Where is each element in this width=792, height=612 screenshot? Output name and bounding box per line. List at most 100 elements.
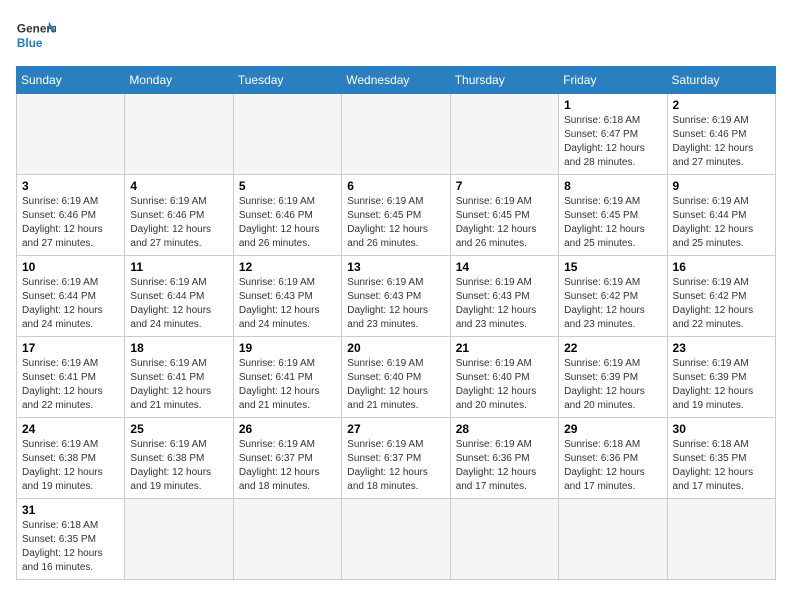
- day-number: 5: [239, 179, 336, 193]
- day-number: 1: [564, 98, 661, 112]
- calendar-cell: 25Sunrise: 6:19 AM Sunset: 6:38 PM Dayli…: [125, 418, 233, 499]
- day-number: 19: [239, 341, 336, 355]
- calendar-cell: 12 Sunrise: 6:19 AM Sunset: 6:43 PM Dayli…: [233, 256, 341, 337]
- day-info: Sunrise: 6:18 AM Sunset: 6:35 PM Dayligh…: [673, 438, 770, 494]
- calendar-cell: 4 Sunrise: 6:19 AM Sunset: 6:46 PM Daylig…: [125, 175, 233, 256]
- day-info: Sunrise: 6:19 AM Sunset: 6:40 PM Dayligh…: [347, 357, 444, 413]
- day-info: Sunrise: 6:19 AM Sunset: 6:37 PM Dayligh…: [239, 438, 336, 494]
- calendar-cell: 8 Sunrise: 6:19 AM Sunset: 6:45 PM Daylig…: [559, 175, 667, 256]
- day-info: Sunrise: 6:19 AM Sunset: 6:46 PM Dayligh…: [239, 195, 336, 251]
- day-info: Sunrise: 6:19 AM Sunset: 6:43 PM Dayligh…: [456, 276, 553, 332]
- calendar-cell: 29 Sunrise: 6:18 AM Sunset: 6:36 PM Dayli…: [559, 418, 667, 499]
- day-number: 8: [564, 179, 661, 193]
- calendar-cell: [125, 499, 233, 580]
- calendar-cell: 21Sunrise: 6:19 AM Sunset: 6:40 PM Dayli…: [450, 337, 558, 418]
- day-number: 11: [130, 260, 227, 274]
- day-info: Sunrise: 6:19 AM Sunset: 6:44 PM Dayligh…: [22, 276, 119, 332]
- day-number: 3: [22, 179, 119, 193]
- day-info: Sunrise: 6:19 AM Sunset: 6:46 PM Dayligh…: [673, 114, 770, 170]
- calendar-cell: 26 Sunrise: 6:19 AM Sunset: 6:37 PM Dayli…: [233, 418, 341, 499]
- calendar-cell: 17Sunrise: 6:19 AM Sunset: 6:41 PM Dayli…: [17, 337, 125, 418]
- day-number: 16: [673, 260, 770, 274]
- calendar-cell: [450, 94, 558, 175]
- col-header-saturday: Saturday: [667, 67, 775, 94]
- day-info: Sunrise: 6:19 AM Sunset: 6:45 PM Dayligh…: [347, 195, 444, 251]
- day-number: 15: [564, 260, 661, 274]
- day-info: Sunrise: 6:19 AM Sunset: 6:45 PM Dayligh…: [456, 195, 553, 251]
- calendar-cell: [233, 499, 341, 580]
- day-number: 2: [673, 98, 770, 112]
- calendar-cell: [125, 94, 233, 175]
- day-number: 22: [564, 341, 661, 355]
- day-info: Sunrise: 6:18 AM Sunset: 6:47 PM Dayligh…: [564, 114, 661, 170]
- calendar-cell: 13Sunrise: 6:19 AM Sunset: 6:43 PM Dayli…: [342, 256, 450, 337]
- calendar-cell: 20 Sunrise: 6:19 AM Sunset: 6:40 PM Dayli…: [342, 337, 450, 418]
- calendar-week-row: 24 Sunrise: 6:19 AM Sunset: 6:38 PM Dayli…: [17, 418, 776, 499]
- day-info: Sunrise: 6:19 AM Sunset: 6:38 PM Dayligh…: [130, 438, 227, 494]
- calendar-cell: 28Sunrise: 6:19 AM Sunset: 6:36 PM Dayli…: [450, 418, 558, 499]
- col-header-wednesday: Wednesday: [342, 67, 450, 94]
- col-header-monday: Monday: [125, 67, 233, 94]
- day-info: Sunrise: 6:19 AM Sunset: 6:46 PM Dayligh…: [22, 195, 119, 251]
- calendar-week-row: 3 Sunrise: 6:19 AM Sunset: 6:46 PM Daylig…: [17, 175, 776, 256]
- logo-svg: General Blue: [16, 16, 56, 56]
- day-info: Sunrise: 6:18 AM Sunset: 6:35 PM Dayligh…: [22, 519, 119, 575]
- calendar-cell: 18 Sunrise: 6:19 AM Sunset: 6:41 PM Dayli…: [125, 337, 233, 418]
- calendar-week-row: 1 Sunrise: 6:18 AM Sunset: 6:47 PM Daylig…: [17, 94, 776, 175]
- calendar-cell: [559, 499, 667, 580]
- calendar-cell: 30 Sunrise: 6:18 AM Sunset: 6:35 PM Dayli…: [667, 418, 775, 499]
- day-number: 10: [22, 260, 119, 274]
- day-number: 7: [456, 179, 553, 193]
- calendar-table: SundayMondayTuesdayWednesdayThursdayFrid…: [16, 66, 776, 580]
- day-number: 27: [347, 422, 444, 436]
- calendar-header-row: SundayMondayTuesdayWednesdayThursdayFrid…: [17, 67, 776, 94]
- calendar-cell: 11Sunrise: 6:19 AM Sunset: 6:44 PM Dayli…: [125, 256, 233, 337]
- day-number: 17: [22, 341, 119, 355]
- day-number: 24: [22, 422, 119, 436]
- calendar-cell: [667, 499, 775, 580]
- day-number: 29: [564, 422, 661, 436]
- day-info: Sunrise: 6:19 AM Sunset: 6:41 PM Dayligh…: [239, 357, 336, 413]
- calendar-cell: [342, 94, 450, 175]
- col-header-sunday: Sunday: [17, 67, 125, 94]
- day-info: Sunrise: 6:19 AM Sunset: 6:43 PM Dayligh…: [239, 276, 336, 332]
- day-number: 20: [347, 341, 444, 355]
- day-info: Sunrise: 6:19 AM Sunset: 6:45 PM Dayligh…: [564, 195, 661, 251]
- day-number: 12: [239, 260, 336, 274]
- calendar-cell: 14Sunrise: 6:19 AM Sunset: 6:43 PM Dayli…: [450, 256, 558, 337]
- calendar-cell: [17, 94, 125, 175]
- calendar-cell: 27Sunrise: 6:19 AM Sunset: 6:37 PM Dayli…: [342, 418, 450, 499]
- calendar-cell: 24Sunrise: 6:19 AM Sunset: 6:38 PM Dayli…: [17, 418, 125, 499]
- day-number: 23: [673, 341, 770, 355]
- calendar-week-row: 10 Sunrise: 6:19 AM Sunset: 6:44 PM Dayli…: [17, 256, 776, 337]
- day-number: 18: [130, 341, 227, 355]
- calendar-cell: 10 Sunrise: 6:19 AM Sunset: 6:44 PM Dayli…: [17, 256, 125, 337]
- day-number: 13: [347, 260, 444, 274]
- day-info: Sunrise: 6:19 AM Sunset: 6:46 PM Dayligh…: [130, 195, 227, 251]
- calendar-cell: 9 Sunrise: 6:19 AM Sunset: 6:44 PM Daylig…: [667, 175, 775, 256]
- calendar-week-row: 17 Sunrise: 6:19 AM Sunset: 6:41 PM Dayli…: [17, 337, 776, 418]
- calendar-cell: 15 Sunrise: 6:19 AM Sunset: 6:42 PM Dayli…: [559, 256, 667, 337]
- calendar-cell: 16Sunrise: 6:19 AM Sunset: 6:42 PM Dayli…: [667, 256, 775, 337]
- calendar-cell: 23Sunrise: 6:19 AM Sunset: 6:39 PM Dayli…: [667, 337, 775, 418]
- col-header-thursday: Thursday: [450, 67, 558, 94]
- day-number: 26: [239, 422, 336, 436]
- svg-text:Blue: Blue: [17, 36, 43, 50]
- calendar-cell: [450, 499, 558, 580]
- calendar-cell: 7 Sunrise: 6:19 AM Sunset: 6:45 PM Daylig…: [450, 175, 558, 256]
- day-info: Sunrise: 6:19 AM Sunset: 6:42 PM Dayligh…: [564, 276, 661, 332]
- day-info: Sunrise: 6:18 AM Sunset: 6:36 PM Dayligh…: [564, 438, 661, 494]
- day-number: 31: [22, 503, 119, 517]
- logo-container: General Blue: [16, 16, 56, 56]
- calendar-cell: 6Sunrise: 6:19 AM Sunset: 6:45 PM Daylig…: [342, 175, 450, 256]
- day-number: 30: [673, 422, 770, 436]
- day-number: 9: [673, 179, 770, 193]
- day-info: Sunrise: 6:19 AM Sunset: 6:41 PM Dayligh…: [130, 357, 227, 413]
- calendar-cell: 5 Sunrise: 6:19 AM Sunset: 6:46 PM Daylig…: [233, 175, 341, 256]
- day-info: Sunrise: 6:19 AM Sunset: 6:44 PM Dayligh…: [673, 195, 770, 251]
- logo: General Blue: [16, 16, 56, 56]
- page-header: General Blue: [16, 16, 776, 56]
- calendar-cell: [342, 499, 450, 580]
- day-info: Sunrise: 6:19 AM Sunset: 6:40 PM Dayligh…: [456, 357, 553, 413]
- day-number: 4: [130, 179, 227, 193]
